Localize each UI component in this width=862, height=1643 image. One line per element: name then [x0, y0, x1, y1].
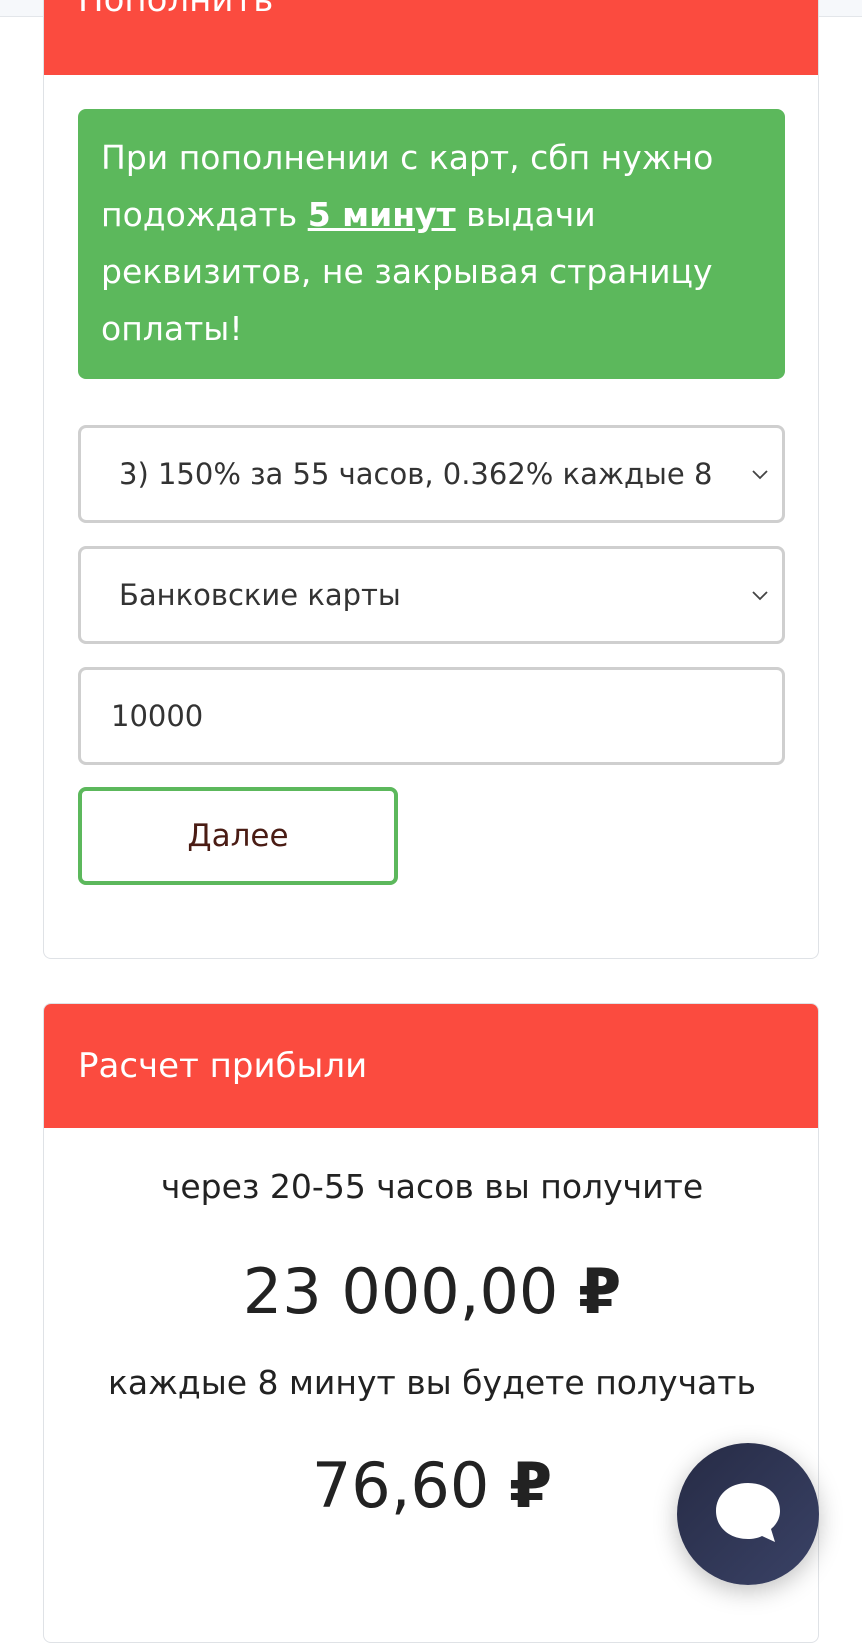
profit-card-title: Расчет прибыли — [78, 1046, 368, 1086]
topup-card: Пополнить При пополнении с карт, сбп нуж… — [43, 0, 819, 959]
notice-highlight: 5 минут — [307, 195, 456, 234]
plan-select-value: 3) 150% за 55 часов, 0.362% каждые 8 — [119, 457, 713, 491]
profit-interval-text: каждые 8 минут вы будете получать — [108, 1363, 756, 1402]
plan-select[interactable]: 3) 150% за 55 часов, 0.362% каждые 8 — [78, 425, 785, 523]
amount-input[interactable]: 10000 — [78, 667, 785, 765]
profit-periodic-amount: 76,60 — [311, 1449, 490, 1522]
next-button[interactable]: Далее — [78, 787, 398, 885]
chevron-down-icon — [752, 470, 768, 480]
topup-notice: При пополнении с карт, сбп нужно подожда… — [78, 109, 785, 379]
chat-button[interactable] — [677, 1443, 819, 1585]
chevron-down-icon — [752, 591, 768, 601]
topup-card-title: Пополнить — [78, 0, 274, 20]
profit-total: 23 000,00 ₽ — [44, 1252, 818, 1332]
payment-method-select[interactable]: Банковские карты — [78, 546, 785, 644]
payment-method-value: Банковские карты — [119, 578, 401, 612]
topup-card-header: Пополнить — [44, 0, 818, 75]
ruble-sign: ₽ — [578, 1255, 622, 1328]
next-button-label: Далее — [187, 818, 289, 854]
profit-card-header: Расчет прибыли — [44, 1004, 818, 1128]
profit-total-amount: 23 000,00 — [242, 1255, 559, 1328]
chat-icon — [716, 1483, 780, 1542]
profit-period-text: через 20-55 часов вы получите — [160, 1167, 704, 1206]
amount-input-value: 10000 — [111, 699, 204, 733]
ruble-sign: ₽ — [509, 1449, 553, 1522]
